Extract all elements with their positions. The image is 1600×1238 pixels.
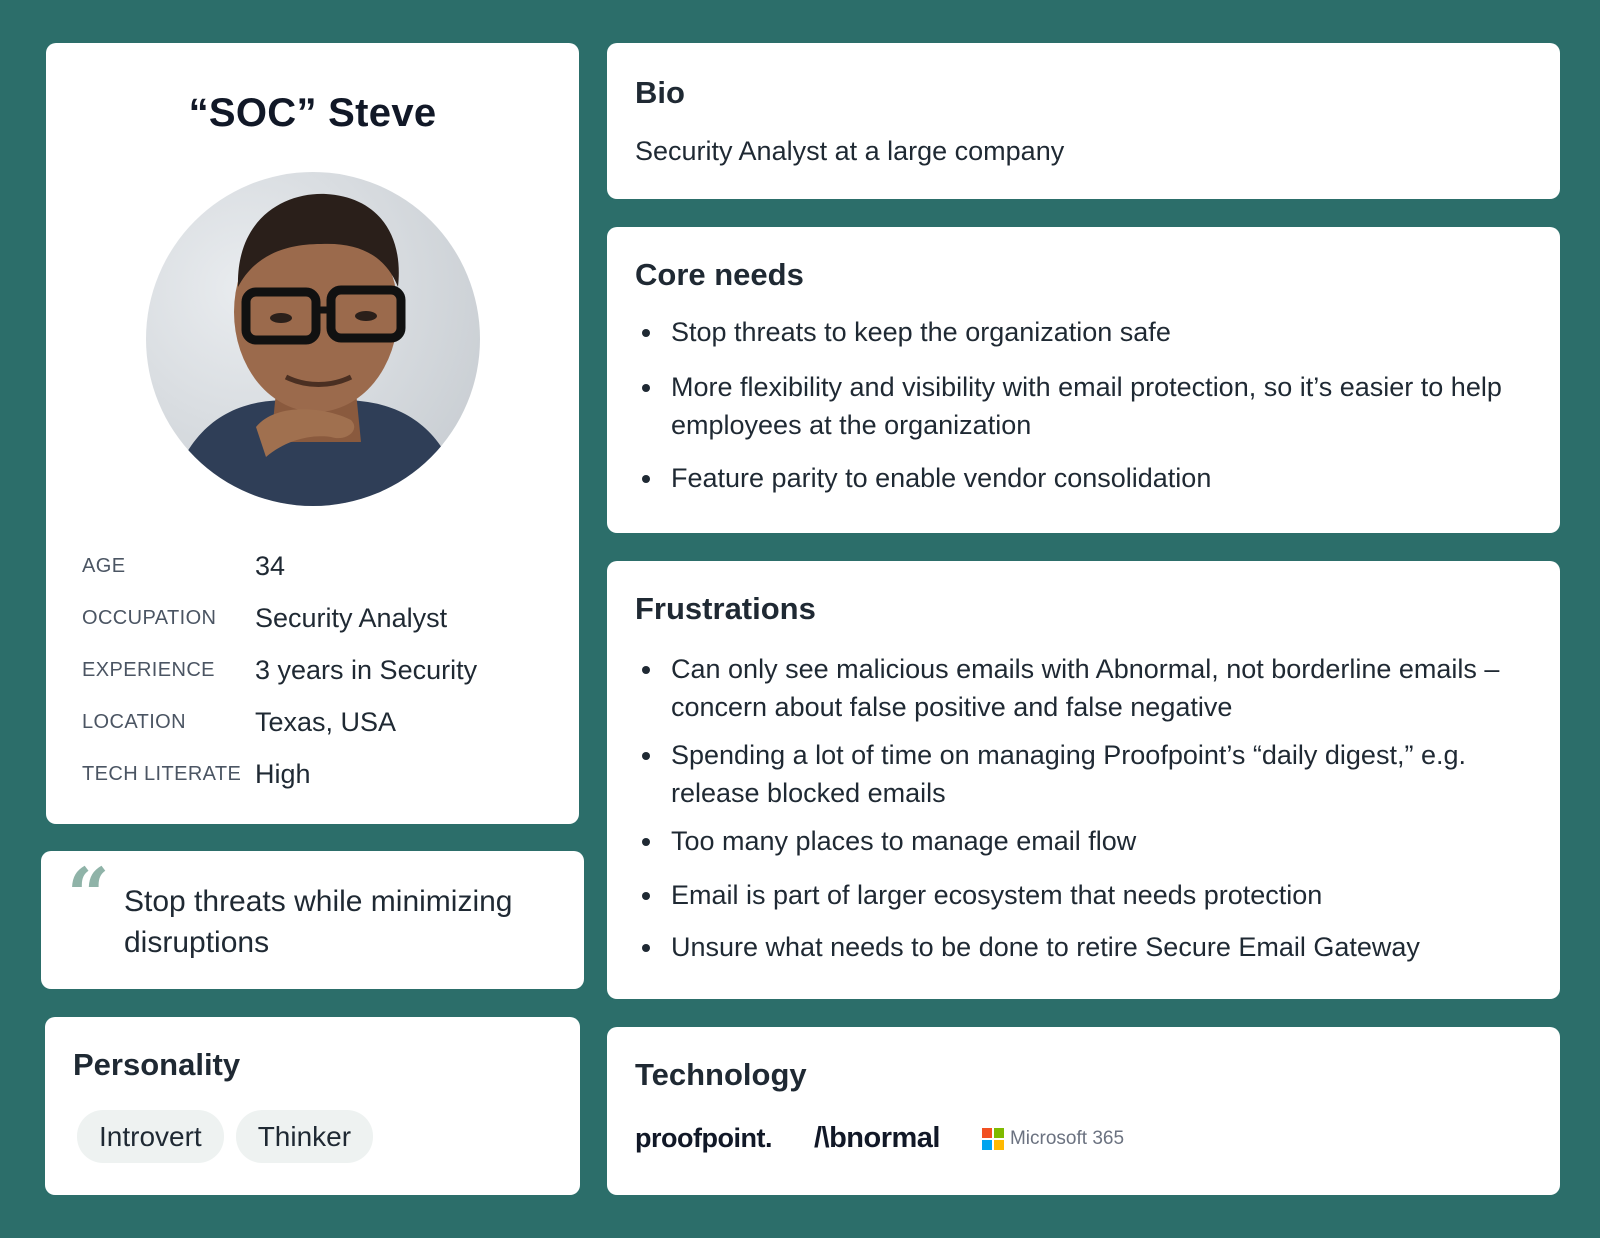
profile-card: “SOC” Steve AGE 34 OCCUPATION Security A…	[46, 43, 579, 824]
fact-value: Texas, USA	[255, 706, 397, 737]
frustrations-card: Frustrations Can only see malicious emai…	[607, 561, 1560, 999]
quote-card: “ Stop threats while minimizing disrupti…	[41, 851, 584, 989]
fact-row-experience: EXPERIENCE 3 years in Security	[82, 644, 477, 696]
fact-value: 3 years in Security	[255, 654, 478, 685]
list-item: Email is part of larger ecosystem that n…	[635, 876, 1515, 914]
fact-value: Security Analyst	[255, 602, 448, 633]
list-item: More flexibility and visibility with ema…	[635, 368, 1515, 444]
avatar	[146, 172, 480, 506]
fact-label: AGE	[82, 554, 126, 577]
bio-text: Security Analyst at a large company	[635, 136, 1065, 166]
frustrations-list: Can only see malicious emails with Abnor…	[635, 650, 1515, 966]
fact-label: TECH LITERATE	[82, 762, 242, 785]
quote-icon: “	[67, 853, 110, 939]
fact-label: LOCATION	[82, 710, 186, 733]
proofpoint-logo: proofpoint.	[635, 1123, 772, 1153]
abnormal-logo: /\bnormal	[813, 1122, 941, 1154]
core-needs-card: Core needs Stop threats to keep the orga…	[607, 227, 1560, 533]
microsoft-365-logo: Microsoft 365	[981, 1127, 1125, 1150]
core-needs-list: Stop threats to keep the organization sa…	[635, 313, 1515, 497]
list-item: Can only see malicious emails with Abnor…	[635, 650, 1515, 726]
technology-logos: proofpoint. /\bnormal Microsoft 365	[635, 1122, 1124, 1155]
quote-text: Stop threats while minimizing disruption…	[124, 885, 513, 959]
avatar-photo	[146, 172, 480, 506]
fact-value: High	[255, 758, 311, 789]
list-item: Spending a lot of time on managing Proof…	[635, 736, 1515, 812]
frustrations-title: Frustrations	[635, 591, 816, 626]
personality-title: Personality	[73, 1047, 241, 1082]
list-item: Stop threats to keep the organization sa…	[635, 313, 1515, 351]
fact-label: EXPERIENCE	[82, 658, 215, 681]
fact-value: 34	[255, 550, 286, 581]
fact-row-age: AGE 34	[82, 540, 477, 592]
facts-list: AGE 34 OCCUPATION Security Analyst EXPER…	[82, 540, 477, 800]
microsoft-icon	[981, 1127, 1004, 1150]
trait-chip: Introvert	[77, 1110, 224, 1163]
core-needs-title: Core needs	[635, 257, 804, 292]
fact-label: OCCUPATION	[82, 606, 217, 629]
technology-title: Technology	[635, 1057, 807, 1092]
fact-row-occupation: OCCUPATION Security Analyst	[82, 592, 477, 644]
list-item: Too many places to manage email flow	[635, 822, 1515, 860]
technology-card: Technology proofpoint. /\bnormal Microso…	[607, 1027, 1560, 1195]
trait-chip: Thinker	[235, 1110, 374, 1163]
personality-card: Personality Introvert Thinker	[45, 1017, 580, 1195]
persona-name: “SOC” Steve	[188, 91, 437, 135]
bio-card: Bio Security Analyst at a large company	[607, 43, 1560, 199]
list-item: Feature parity to enable vendor consolid…	[635, 459, 1515, 497]
trait-chips: Introvert Thinker	[77, 1110, 374, 1163]
fact-row-tech-literate: TECH LITERATE High	[82, 748, 477, 800]
fact-row-location: LOCATION Texas, USA	[82, 696, 477, 748]
microsoft-365-label: Microsoft 365	[1009, 1127, 1125, 1149]
bio-title: Bio	[635, 75, 685, 110]
list-item: Unsure what needs to be done to retire S…	[635, 928, 1515, 966]
